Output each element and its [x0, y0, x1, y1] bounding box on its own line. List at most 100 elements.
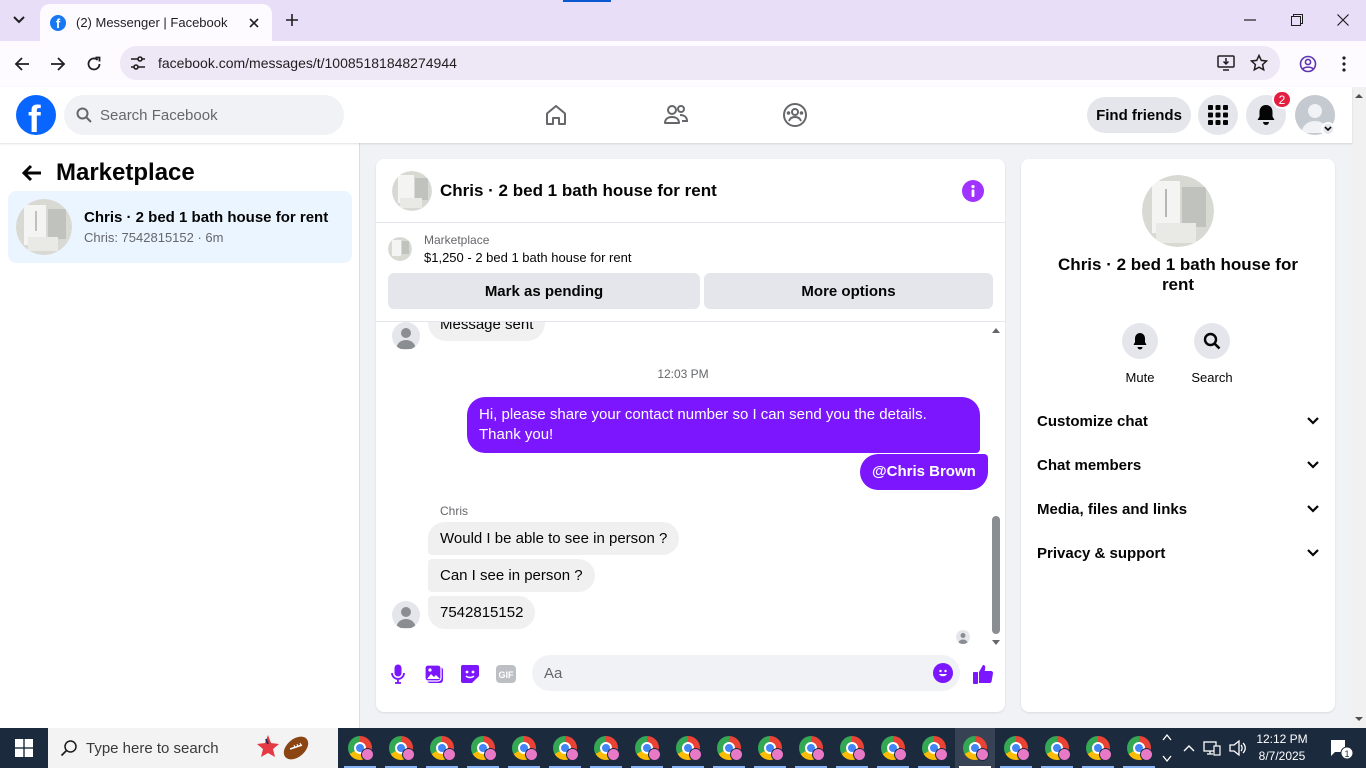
find-friends-button[interactable]: Find friends — [1087, 97, 1191, 133]
drag-indicator — [563, 0, 611, 2]
back-button[interactable] — [8, 50, 36, 78]
info-icon[interactable] — [962, 180, 984, 202]
chrome-icon — [553, 736, 579, 761]
home-nav-button[interactable] — [536, 97, 576, 133]
network-icon[interactable] — [1201, 728, 1223, 768]
chat-panel: Chris · 2 bed 1 bath house for rent Mark… — [376, 159, 1005, 712]
start-button[interactable] — [0, 728, 48, 768]
chat-title[interactable]: Chris · 2 bed 1 bath house for rent — [440, 181, 717, 201]
chat-scrollbar[interactable] — [990, 322, 1002, 650]
browser-menu-button[interactable] — [1330, 50, 1358, 78]
action-center-button[interactable]: 1 — [1320, 728, 1360, 768]
close-tab-icon[interactable] — [246, 15, 262, 31]
message-bubble-outgoing-mention: @Chris Brown — [860, 454, 988, 490]
taskbar-chrome-window[interactable] — [1125, 734, 1153, 762]
like-thumbs-up-icon[interactable] — [971, 662, 995, 686]
profile-badge-icon — [361, 748, 374, 761]
mark-as-pending-button[interactable]: Mark as pending — [388, 273, 700, 309]
close-window-button[interactable] — [1330, 8, 1356, 32]
taskbar-chrome-window[interactable] — [838, 734, 866, 762]
taskbar-chrome-window[interactable] — [633, 734, 661, 762]
taskbar-chrome-window[interactable] — [797, 734, 825, 762]
account-caret-icon[interactable] — [1321, 122, 1335, 136]
arrow-right-icon — [51, 57, 66, 71]
media-files-links-section[interactable]: Media, files and links — [1029, 487, 1327, 531]
profile-badge-icon — [1058, 748, 1071, 761]
facebook-search-input[interactable] — [100, 106, 320, 124]
message-input-field[interactable] — [544, 664, 914, 682]
taskbar-search-input[interactable] — [86, 739, 246, 757]
more-options-button[interactable]: More options — [704, 273, 993, 309]
reload-button[interactable] — [80, 50, 108, 78]
chrome-icon — [1127, 736, 1153, 761]
taskbar-chrome-window[interactable] — [387, 734, 415, 762]
privacy-support-section[interactable]: Privacy & support — [1029, 531, 1327, 575]
taskbar-chrome-window[interactable] — [1002, 734, 1030, 762]
friends-nav-button[interactable] — [656, 97, 696, 133]
system-clock[interactable]: 12:12 PM 8/7/2025 — [1250, 731, 1314, 765]
customize-chat-section[interactable]: Customize chat — [1029, 399, 1327, 443]
taskbar-chrome-window[interactable] — [1043, 734, 1071, 762]
taskbar-chrome-window[interactable] — [756, 734, 784, 762]
chevron-up-icon — [1183, 745, 1195, 752]
mute-button[interactable]: Mute — [1110, 323, 1170, 385]
chrome-icon — [717, 736, 743, 761]
browser-tab[interactable]: f (2) Messenger | Facebook — [40, 4, 272, 41]
taskbar-chrome-window[interactable] — [428, 734, 456, 762]
emoji-icon[interactable] — [933, 663, 953, 683]
show-hidden-icons-button[interactable] — [1180, 728, 1198, 768]
chat-members-section[interactable]: Chat members — [1029, 443, 1327, 487]
photo-icon[interactable] — [422, 662, 446, 686]
minimize-button[interactable] — [1237, 8, 1263, 32]
profile-button[interactable] — [1294, 50, 1322, 78]
groups-nav-button[interactable] — [775, 97, 815, 133]
bookmark-star-icon[interactable] — [1247, 51, 1271, 75]
address-bar[interactable]: facebook.com/messages/t/1008518184827494… — [120, 46, 1280, 80]
sticker-icon[interactable] — [458, 662, 482, 686]
taskbar-chrome-window[interactable] — [715, 734, 743, 762]
site-info-icon[interactable] — [127, 52, 149, 74]
new-tab-button[interactable] — [282, 10, 302, 30]
search-in-conversation-button[interactable]: Search — [1182, 323, 1242, 385]
chevron-down-icon — [1307, 549, 1319, 557]
profile-badge-icon — [771, 748, 784, 761]
taskbar-chrome-window[interactable] — [346, 734, 374, 762]
scroll-up-icon — [1355, 94, 1363, 98]
facebook-search[interactable] — [64, 95, 344, 135]
conversation-item[interactable]: Chris · 2 bed 1 bath house for rent Chri… — [8, 191, 352, 263]
sender-avatar — [392, 601, 420, 629]
taskbar-chrome-window[interactable] — [551, 734, 579, 762]
tab-search-button[interactable] — [6, 8, 32, 32]
microphone-icon[interactable] — [386, 662, 410, 686]
volume-icon[interactable] — [1227, 728, 1249, 768]
chat-avatar[interactable] — [392, 170, 432, 211]
menu-button[interactable] — [1198, 95, 1238, 135]
message-list[interactable]: Message sent 12:03 PM Hi, please share y… — [376, 321, 1005, 650]
chevron-down-icon — [1307, 461, 1319, 469]
install-app-icon[interactable] — [1214, 51, 1238, 75]
message-input[interactable] — [532, 655, 960, 691]
facebook-logo[interactable]: f — [16, 95, 56, 135]
restore-button[interactable] — [1284, 8, 1310, 32]
profile-badge-icon — [443, 748, 456, 761]
taskbar-chrome-window[interactable] — [961, 734, 989, 762]
taskbar-chrome-window[interactable] — [674, 734, 702, 762]
forward-button[interactable] — [44, 50, 72, 78]
chrome-icon — [799, 736, 825, 761]
taskbar-chrome-window[interactable] — [510, 734, 538, 762]
taskbar-chrome-window[interactable] — [920, 734, 948, 762]
scrollbar-thumb[interactable] — [992, 516, 1000, 634]
taskbar-chrome-window[interactable] — [469, 734, 497, 762]
taskbar-chrome-window[interactable] — [1084, 734, 1112, 762]
gif-icon[interactable]: GIF — [494, 662, 518, 686]
marketplace-listing[interactable]: Marketplace $1,250 - 2 bed 1 bath house … — [388, 233, 631, 265]
taskbar-chrome-window[interactable] — [879, 734, 907, 762]
taskbar-chrome-window[interactable] — [592, 734, 620, 762]
groups-icon — [783, 103, 807, 127]
taskbar-search[interactable] — [48, 728, 338, 768]
page-scrollbar[interactable] — [1352, 87, 1366, 728]
sender-name: Chris — [440, 504, 469, 518]
url-text[interactable]: facebook.com/messages/t/1008518184827494… — [158, 55, 1214, 71]
taskbar-scroll[interactable] — [1159, 728, 1175, 768]
back-arrow-button[interactable] — [16, 157, 48, 189]
